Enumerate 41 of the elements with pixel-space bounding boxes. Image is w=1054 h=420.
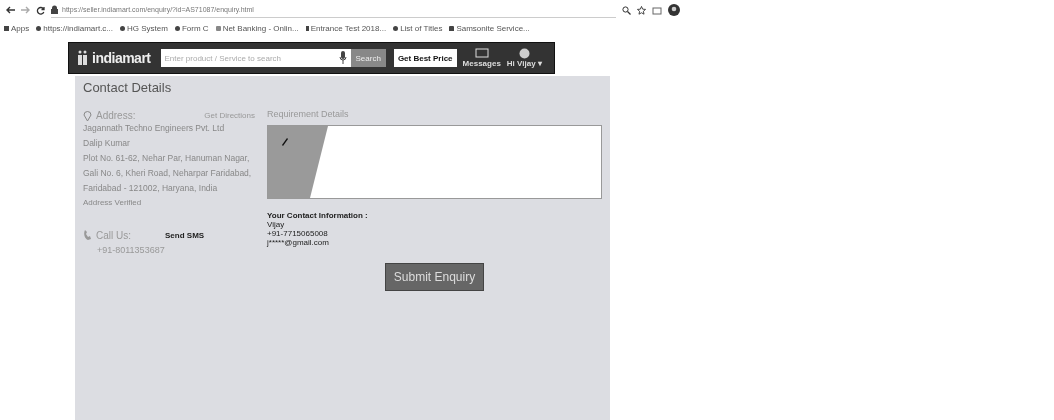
lock-icon [51,5,58,14]
bookmark[interactable]: Samsonite Service... [449,23,530,33]
indiamart-logo[interactable]: indiamart [77,50,151,66]
messages-button[interactable]: Messages [462,48,501,68]
submit-enquiry-button[interactable]: Submit Enquiry [384,263,485,291]
requirement-label: Requirement Details [267,109,350,119]
address-label: Address: [96,109,136,121]
phone-number: +91-8011353687 [97,245,166,255]
bookmark[interactable]: Apps [4,23,30,33]
requirement-field[interactable] [267,125,602,199]
section-title: Contact Details [83,80,173,95]
pencil-icon [282,138,288,146]
back-icon[interactable] [6,6,15,14]
bookmark[interactable]: Entrance Test 2018... [305,23,387,33]
reload-icon[interactable] [36,5,45,15]
address-line: Plot No. 61-62, Nehar Par, Hanuman Nagar, Gali No. 6, Kheri Road, Neharpar Faridabad, Faridabad - 121002, Haryana, India [83,152,253,195]
send-sms-link[interactable]: Send SMS [165,230,205,240]
avatar-icon [518,48,530,59]
contact-info-line: +91-7715065008 [267,229,329,238]
bookmark[interactable]: https://indiamart.c... [36,23,114,33]
contact-info-line: j*****@gmail.com [267,238,330,247]
bookmark[interactable]: Form C [174,23,209,33]
magnifier-icon[interactable] [622,5,631,15]
location-pin-icon [83,109,92,121]
user-menu[interactable]: Hi Vijay ▾ [506,48,542,68]
contact-info-line: Vijay [267,220,286,229]
bookmark[interactable]: List of Titles [393,23,443,33]
bookmark[interactable]: Net Banking - Onlin... [215,23,299,33]
contact-info-heading: Your Contact Information : [267,211,369,220]
bookmark[interactable]: HG System [120,23,168,33]
star-icon[interactable] [637,5,646,15]
microphone-icon[interactable] [338,51,347,65]
call-us-label: Call Us: [96,229,131,241]
message-icon [474,48,489,59]
get-best-price-button[interactable]: Get Best Price [393,49,457,67]
search-field[interactable]: Enter product / Service to search [160,49,351,67]
phone-icon [83,229,92,241]
address-line: Dalip Kumar [83,137,131,150]
address-verified-label: Address Verified [83,198,142,207]
address-line: Jagannath Techno Engineers Pvt. Ltd [83,122,226,135]
profile-icon[interactable] [668,4,680,16]
